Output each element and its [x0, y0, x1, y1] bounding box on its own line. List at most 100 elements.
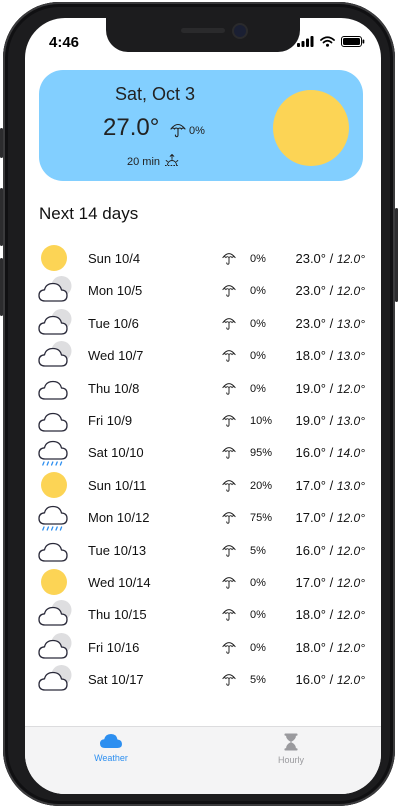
forecast-row[interactable]: Sat 10/10 95% 16.0° / 14.0° — [25, 436, 381, 468]
speaker — [181, 28, 225, 33]
temp-separator: / — [326, 574, 337, 590]
partly-cloudy-icon — [37, 274, 73, 306]
forecast-low: 12.0° — [336, 575, 365, 590]
forecast-precip: 75% — [250, 512, 273, 525]
sun-icon — [273, 90, 349, 166]
temp-separator: / — [326, 672, 337, 688]
temp-separator: / — [326, 477, 337, 493]
forecast-list: Sun 10/4 0% 23.0° / 12.0° Mon 10/5 0% 23.0° /… — [25, 242, 381, 695]
section-title: Next 14 days — [39, 204, 139, 223]
forecast-temps: 19.0° / 12.0° — [295, 381, 365, 396]
umbrella-icon — [222, 671, 236, 687]
forecast-temps: 17.0° / 12.0° — [295, 575, 365, 590]
forecast-precip: 5% — [250, 544, 266, 557]
temp-separator: / — [326, 412, 337, 428]
forecast-high: 16.0° — [295, 672, 326, 688]
tab-weather[interactable]: Weather — [71, 733, 151, 763]
forecast-row[interactable]: Sun 10/11 20% 17.0° / 13.0° — [25, 469, 381, 501]
forecast-row[interactable]: Thu 10/15 0% 18.0° / 12.0° — [25, 598, 381, 630]
temp-separator: / — [326, 607, 337, 623]
forecast-precip: 0% — [250, 609, 266, 622]
hourglass-icon — [283, 733, 299, 753]
forecast-day: Sun 10/4 — [88, 251, 141, 266]
forecast-temps: 23.0° / 12.0° — [295, 283, 365, 298]
forecast-temps: 18.0° / 12.0° — [295, 640, 365, 655]
wifi-icon — [320, 34, 335, 52]
forecast-row[interactable]: Fri 10/9 10% 19.0° / 13.0° — [25, 404, 381, 436]
temp-separator: / — [326, 542, 337, 558]
forecast-day: Sun 10/11 — [88, 477, 147, 493]
partly-cloudy-icon — [37, 663, 73, 695]
forecast-low: 12.0° — [336, 673, 365, 688]
temp-separator: / — [326, 283, 337, 299]
forecast-row[interactable]: Fri 10/16 0% 18.0° / 12.0° — [25, 631, 381, 663]
cloud-icon — [37, 534, 73, 566]
forecast-day: Thu 10/8 — [88, 380, 140, 396]
temp-separator: / — [326, 315, 337, 331]
temp-separator: / — [326, 348, 337, 364]
forecast-low: 12.0° — [336, 511, 365, 526]
cloud-icon — [37, 372, 73, 404]
forecast-precip: 0% — [250, 576, 266, 589]
forecast-low: 13.0° — [336, 478, 365, 493]
forecast-precip: 0% — [250, 382, 266, 395]
forecast-high: 16.0° — [295, 542, 326, 558]
umbrella-icon — [222, 606, 236, 622]
temp-separator: / — [326, 251, 337, 266]
current-date: Sat, Oct 3 — [114, 84, 196, 104]
forecast-day: Wed 10/7 — [88, 348, 144, 364]
umbrella-icon — [222, 412, 236, 428]
forecast-temps: 17.0° / 12.0° — [295, 510, 365, 525]
forecast-precip: 20% — [250, 479, 273, 492]
volume-up-button — [0, 188, 3, 246]
temp-separator: / — [326, 510, 337, 526]
forecast-temps: 16.0° / 14.0° — [295, 445, 365, 460]
umbrella-icon — [222, 444, 236, 460]
forecast-day: Mon 10/5 — [88, 283, 143, 299]
forecast-row[interactable]: Mon 10/5 0% 23.0° / 12.0° — [25, 274, 381, 306]
forecast-row[interactable]: Tue 10/6 0% 23.0° / 13.0° — [25, 307, 381, 339]
partly-cloudy-icon — [37, 598, 73, 630]
forecast-day: Tue 10/13 — [88, 542, 147, 558]
forecast-row[interactable]: Tue 10/13 5% 16.0° / 12.0° — [25, 534, 381, 566]
forecast-day: Fri 10/16 — [88, 639, 140, 655]
forecast-precip: 95% — [250, 447, 273, 460]
sun-icon — [37, 242, 73, 274]
forecast-row[interactable]: Wed 10/14 0% 17.0° / 12.0° — [25, 566, 381, 598]
umbrella-icon — [222, 639, 236, 655]
tab-hourly[interactable]: Hourly — [251, 733, 331, 765]
current-weather-card[interactable]: Sat, Oct 3 27.0° 0% 20 min — [39, 70, 363, 181]
current-precip-value: 0% — [189, 125, 205, 137]
tab-bar: Weather Hourly — [25, 726, 381, 794]
forecast-day: Fri 10/9 — [88, 412, 133, 428]
forecast-temps: 16.0° / 12.0° — [295, 672, 365, 687]
forecast-day: Tue 10/6 — [88, 315, 139, 331]
forecast-low: 12.0° — [336, 608, 365, 623]
partly-cloudy-icon — [37, 339, 73, 371]
forecast-row[interactable]: Mon 10/12 75% 17.0° / 12.0° — [25, 501, 381, 533]
forecast-row[interactable]: Sun 10/4 0% 23.0° / 12.0° — [25, 242, 381, 274]
forecast-high: 19.0° — [295, 412, 326, 428]
forecast-low: 13.0° — [336, 413, 365, 428]
forecast-high: 19.0° — [295, 380, 326, 396]
forecast-temps: 19.0° / 13.0° — [295, 413, 365, 428]
forecast-day: Mon 10/12 — [88, 510, 150, 526]
cloud-icon — [99, 734, 123, 751]
forecast-high: 18.0° — [295, 607, 326, 623]
umbrella-icon — [222, 315, 236, 331]
forecast-high: 23.0° — [295, 315, 326, 331]
forecast-row[interactable]: Wed 10/7 0% 18.0° / 13.0° — [25, 339, 381, 371]
forecast-high: 23.0° — [295, 251, 326, 266]
forecast-day: Sat 10/17 — [88, 672, 144, 688]
forecast-temps: 18.0° / 13.0° — [295, 348, 365, 363]
forecast-row[interactable]: Thu 10/8 0% 19.0° / 12.0° — [25, 372, 381, 404]
forecast-high: 17.0° — [295, 510, 326, 526]
umbrella-icon — [222, 477, 236, 493]
forecast-temps: 16.0° / 12.0° — [295, 543, 365, 558]
forecast-temps: 18.0° / 12.0° — [295, 607, 365, 622]
forecast-row[interactable]: Sat 10/17 5% 16.0° / 12.0° — [25, 663, 381, 695]
forecast-precip: 0% — [250, 317, 266, 330]
battery-icon — [341, 34, 365, 52]
forecast-low: 12.0° — [336, 284, 365, 299]
forecast-high: 23.0° — [295, 283, 326, 299]
